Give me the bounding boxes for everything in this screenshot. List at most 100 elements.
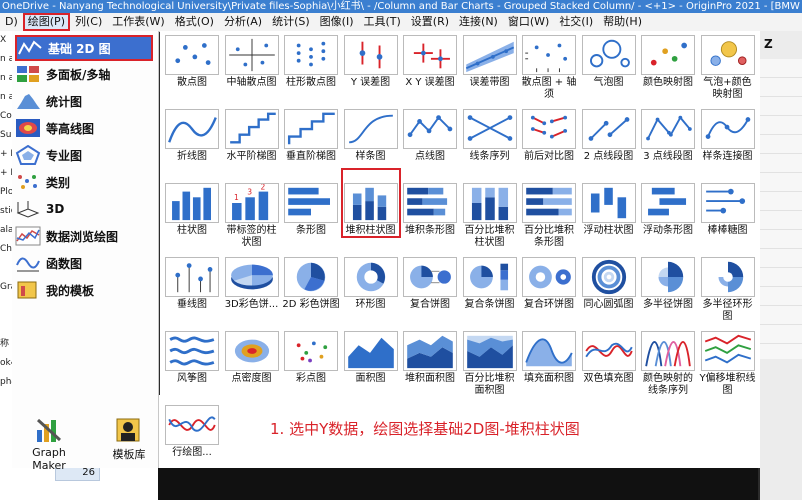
plot-tile[interactable]: 双色填充图 — [580, 331, 638, 385]
menu-item[interactable]: 绘图(P) — [22, 13, 70, 31]
plot-tile[interactable]: 面积图 — [342, 331, 400, 385]
plot-tile[interactable]: 行绘图... — [163, 405, 221, 459]
plot-thumbnail-icon — [641, 257, 695, 297]
plot-tile[interactable]: 点密度图 — [223, 331, 281, 385]
plot-tile[interactable]: 2 点线段图 — [580, 109, 638, 163]
menu-item[interactable]: 格式(O) — [170, 13, 219, 31]
plot-tile[interactable]: 垂直阶梯图 — [282, 109, 340, 163]
plot-tile[interactable]: 样条连接图 — [699, 109, 757, 163]
plot-tile-label: 多半径环形图 — [702, 299, 753, 322]
plot-thumbnail-icon — [581, 183, 636, 223]
menu-item[interactable]: 帮助(H) — [598, 13, 647, 31]
plot-thumbnail-icon — [403, 35, 457, 75]
plot-tile[interactable]: 柱状图 — [163, 183, 221, 237]
plot-tile[interactable]: 浮动柱状图 — [580, 183, 638, 237]
menu-item[interactable]: 分析(A) — [219, 13, 267, 31]
plot-tile[interactable]: 堆积面积图 — [401, 331, 459, 385]
plot-tile[interactable]: 堆积条形图 — [401, 183, 459, 237]
plot-tile[interactable]: X Y 误差图 — [401, 35, 459, 89]
menu-item[interactable]: 窗口(W) — [503, 13, 554, 31]
plot-tile[interactable]: 散点图 — [163, 35, 221, 89]
plot-thumbnail-icon — [522, 109, 576, 149]
category-7[interactable]: 3D — [15, 197, 153, 221]
plot-tile[interactable]: 气泡图 — [580, 35, 638, 89]
plot-tile[interactable]: 1 3 2 带标签的柱状图 — [223, 183, 281, 249]
menu-item[interactable]: 连接(N) — [454, 13, 503, 31]
plot-tile-label: 柱状图 — [177, 225, 207, 236]
plot-tile[interactable]: 线条序列 — [461, 109, 519, 163]
plot-tile-label: 多半径饼图 — [643, 299, 693, 310]
plot-tile[interactable]: 折线图 — [163, 109, 221, 163]
plot-tile[interactable]: Y 误差图 — [342, 35, 400, 89]
category-10[interactable]: 我的模板 — [15, 278, 153, 302]
plot-tile[interactable]: 条形图 — [282, 183, 340, 237]
plot-tile-label: 3D彩色饼... — [224, 299, 279, 310]
category-9[interactable]: 函数图 — [15, 251, 153, 275]
category-2[interactable]: 多面板/多轴 — [15, 62, 153, 86]
graph-maker-button[interactable]: Graph Maker — [14, 416, 84, 472]
plot-tile[interactable]: 环形图 — [342, 257, 400, 311]
plot-tile[interactable]: 气泡+颜色映射图 — [699, 35, 757, 101]
plot-thumbnail-icon — [641, 109, 695, 149]
plot-tile[interactable]: 多半径环形图 — [699, 257, 757, 323]
category-8[interactable]: 数据浏览绘图 — [15, 224, 153, 248]
plot-tile[interactable]: 风筝图 — [163, 331, 221, 385]
plot-tile-label: 环形图 — [355, 299, 386, 310]
menu-item[interactable]: 工作表(W) — [107, 13, 169, 31]
graph-maker-label: Graph Maker — [32, 446, 66, 472]
plot-tile[interactable]: 3 点线段图 — [639, 109, 697, 163]
plot-thumbnail-icon — [403, 257, 457, 297]
plot-tile[interactable]: 垂线图 — [163, 257, 221, 311]
right-panel-grid — [760, 59, 802, 359]
plot-tile-label: 浮动柱状图 — [583, 225, 634, 236]
category-1[interactable]: 基础 2D 图 — [15, 35, 153, 61]
menu-item[interactable]: 工具(T) — [358, 13, 405, 31]
svg-text:1: 1 — [233, 193, 238, 202]
plot-tile[interactable]: 复合环饼图 — [520, 257, 578, 311]
plot-tile[interactable]: 柱形散点图 — [282, 35, 340, 89]
selected-plot-highlight — [341, 168, 401, 238]
plot-tile[interactable]: 复合饼图 — [401, 257, 459, 311]
category-4[interactable]: 等高线图 — [15, 116, 153, 140]
plot-tile[interactable]: 棒棒糖图 — [699, 183, 757, 237]
plot-tile[interactable]: 2D 彩色饼图 — [282, 257, 340, 311]
plot-tile-label: 百分比堆积条形图 — [524, 225, 574, 248]
plot-thumbnail-icon — [462, 257, 517, 297]
category-5[interactable]: 专业图 — [15, 143, 153, 167]
menu-item[interactable]: 社交(I) — [554, 13, 598, 31]
plot-tile[interactable]: 样条图 — [342, 109, 400, 163]
menu-item[interactable]: 统计(S) — [267, 13, 315, 31]
plot-tile[interactable]: 百分比堆积面积图 — [461, 331, 519, 397]
plot-tile[interactable]: 彩点图 — [282, 331, 340, 385]
plot-tile[interactable]: 百分比堆积柱状图 — [461, 183, 519, 249]
template-library-button[interactable]: 模板库 — [94, 416, 164, 462]
plot-tile[interactable]: 百分比堆积条形图 — [520, 183, 578, 249]
template-icon — [17, 281, 37, 299]
plot-tile[interactable]: 水平阶梯图 — [223, 109, 281, 163]
plot-tile[interactable]: 中轴散点图 — [223, 35, 281, 89]
line-plot-icon — [18, 40, 42, 55]
menu-item[interactable]: 图像(I) — [315, 13, 359, 31]
plot-tile[interactable]: 颜色映射图 — [639, 35, 697, 89]
plot-tile[interactable]: 误差带图 — [461, 35, 519, 89]
plot-tile[interactable]: 前后对比图 — [520, 109, 578, 163]
plot-tile-label: 3 点线段图 — [643, 151, 693, 162]
category-3[interactable]: 统计图 — [15, 89, 153, 113]
plot-tile-label: 气泡+颜色映射图 — [703, 77, 752, 100]
plot-tile[interactable]: 颜色映射的线条序列 — [639, 331, 697, 397]
plot-tile[interactable]: 复合条饼图 — [461, 257, 519, 311]
plot-tile[interactable]: 浮动条形图 — [639, 183, 697, 237]
plot-tile[interactable]: 点线图 — [401, 109, 459, 163]
menu-item[interactable]: 设置(R) — [406, 13, 454, 31]
category-label: 我的模板 — [46, 283, 95, 298]
plot-tile[interactable]: 散点图 + 轴须 — [520, 35, 578, 101]
menu-item[interactable]: D) — [0, 13, 23, 31]
plot-tile[interactable]: 填充面积图 — [520, 331, 578, 385]
plot-tile[interactable]: 同心圆弧图 — [580, 257, 638, 311]
plot-tile[interactable]: 多半径饼图 — [639, 257, 697, 311]
plot-tile[interactable]: 3D彩色饼... — [223, 257, 281, 311]
category-6[interactable]: 类别 — [15, 170, 153, 194]
plot-tile[interactable]: Y偏移堆积线图 — [699, 331, 757, 397]
plot-tile-label: 折线图 — [177, 151, 207, 162]
menu-item[interactable]: 列(C) — [70, 13, 107, 31]
